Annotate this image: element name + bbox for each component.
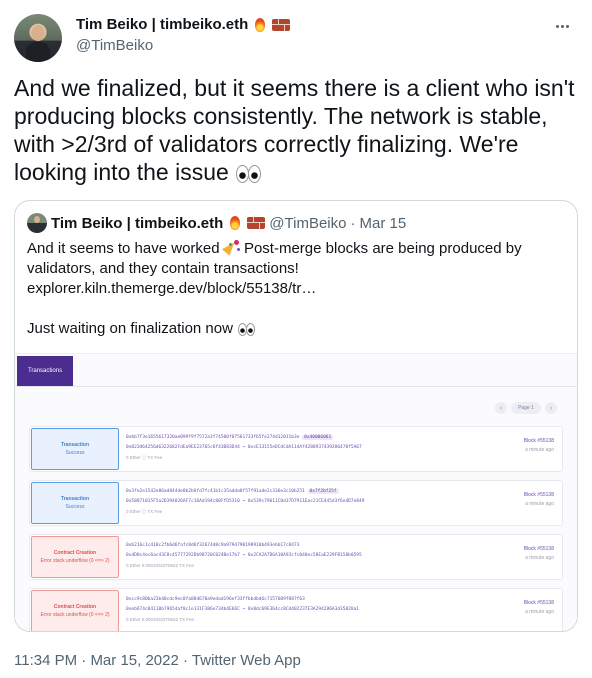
tx-status: Error stack underflow (0 <=> 2) [40, 612, 110, 618]
quoted-author-name: Tim Beiko | timbeiko.eth [51, 214, 224, 232]
tx-block: Block #55138 a minute ago [524, 491, 554, 509]
quoted-line-1: And it seems to have worked [27, 240, 220, 257]
fire-emoji-icon [227, 215, 243, 231]
tweet-text: And we finalized, but it seems there is … [14, 74, 580, 186]
tx-hash: 0x3fe2e1542e86ad844de8b2b6fd7fc41b1c35ad… [126, 489, 305, 494]
more-options-icon[interactable] [550, 14, 574, 38]
tx-kind: Transaction [60, 442, 90, 448]
chevron-left-icon: ‹ [495, 402, 507, 414]
quoted-tweet-header: Tim Beiko | timbeiko.eth @TimBeiko · Mar… [27, 213, 406, 233]
chevron-right-icon: › [545, 402, 557, 414]
tx-from-to: 0x58871015F5a2D394826AF7c16Ad194c80FfD53… [126, 499, 365, 504]
tx-info: 0xbb7f3e1655617320ae099f9f7572a3f74500f6… [126, 433, 506, 463]
tx-from-to: 0xeb674c04110b79654af0c1e131F386e734b4E6… [126, 607, 359, 612]
explorer-tx-row: Contract Creation Error stack underflow (… [29, 588, 563, 631]
tweet-author: Tim Beiko | timbeiko.eth @TimBeiko [76, 16, 291, 54]
author-avatar[interactable] [14, 14, 62, 62]
tx-fee: 0 Ether 0.0001002370622 TX Fee [126, 563, 194, 568]
tx-block: Block #55138 a minute ago [524, 437, 554, 455]
quoted-date: Mar 15 [359, 214, 407, 232]
explorer-tx-row: Transaction Success 0x3fe2e1542e86ad844de8… [29, 480, 563, 526]
tx-info: 0xcc9c80ba23b40cdc9ec8fa884670a9edad196e… [126, 595, 506, 625]
eyes-emoji-icon [235, 164, 262, 183]
quoted-line-1b: Post-merge blocks are being produced by [243, 240, 522, 257]
explorer-tx-row: Transaction Success 0xbb7f3e1655617320ae09… [29, 426, 563, 472]
tx-kind-box: Contract Creation Error stack underflow (… [31, 536, 119, 578]
eyes-emoji-icon [237, 322, 256, 336]
tweet-timestamp[interactable]: 11:34 PM · Mar 15, 2022 · Twitter Web Ap… [14, 652, 301, 669]
tx-kind: Contract Creation [53, 604, 97, 610]
quoted-tweet-text: And it seems to have worked Post-merge b… [27, 239, 567, 339]
explorer-screenshot: Transactions ‹ Page 1 › Transaction Succe… [15, 353, 577, 631]
quoted-tweet[interactable]: Tim Beiko | timbeiko.eth @TimBeiko · Mar… [14, 200, 578, 632]
tx-kind: Transaction [60, 496, 90, 502]
fire-emoji-icon [252, 17, 268, 33]
avatar-body [26, 42, 50, 62]
tx-method-badge: 0x7f2bf25f [307, 489, 339, 494]
avatar-face [31, 25, 45, 41]
tx-fee: 0 Ether ⓘ TX Fee [126, 509, 163, 514]
brick-emoji-icon [247, 217, 266, 229]
tx-block: Block #55138 a minute ago [524, 545, 554, 563]
tx-block: Block #55138 a minute ago [524, 599, 554, 617]
tx-kind-box: Transaction Success [31, 428, 119, 470]
tx-age: a minute ago [525, 609, 554, 615]
tx-method-badge: 0x40006061 [302, 435, 334, 440]
separator-dot: · [183, 652, 188, 669]
tx-fee: 0 Ether 0.0001002370622 TX Fee [126, 617, 194, 622]
tx-kind-box: Contract Creation Error stack underflow (… [31, 590, 119, 631]
author-name[interactable]: Tim Beiko | timbeiko.eth [76, 16, 248, 33]
tx-block-number: Block #55138 [523, 438, 554, 444]
tx-block-number: Block #55138 [523, 546, 554, 552]
tx-hash: 0xbb7f3e1655617320ae099f9f7572a3f74500f6… [126, 435, 300, 440]
tx-fee: 0 Ether ⓘ TX Fee [126, 455, 163, 460]
author-handle[interactable]: @TimBeiko [76, 37, 290, 54]
explorer-tx-row: Contract Creation Error stack underflow (… [29, 534, 563, 580]
quoted-line-2: validators, and they contain transaction… [27, 260, 299, 277]
tx-block-number: Block #55138 [523, 600, 554, 606]
tx-kind-box: Transaction Success [31, 482, 119, 524]
explorer-pager: ‹ Page 1 › [495, 402, 557, 414]
author-name-row[interactable]: Tim Beiko | timbeiko.eth [76, 16, 291, 33]
tx-age: a minute ago [525, 447, 554, 453]
tx-status: Success [65, 450, 85, 456]
quoted-line-4: Just waiting on finalization now [27, 320, 233, 337]
tx-kind: Contract Creation [53, 550, 97, 556]
tx-block-number: Block #55138 [523, 492, 554, 498]
quoted-link: explorer.kiln.themerge.dev/block/55138/t… [27, 280, 317, 297]
tx-hash: 0xb216c1c418c2fb6d6fafc8d6f32674d8c9a979… [126, 543, 300, 548]
party-popper-emoji-icon [224, 239, 240, 255]
tx-info: 0xb216c1c418c2fb6d6fafc8d6f32674d8c9a979… [126, 541, 506, 571]
tx-info: 0x3fe2e1542e86ad844de8b2b6fd7fc41b1c35ad… [126, 487, 506, 517]
explorer-tab-transactions: Transactions [17, 356, 73, 386]
tx-age: a minute ago [525, 555, 554, 561]
tx-from-to: 0x023d64256d6322682FdEa9EE23765c6f43B83D… [126, 445, 362, 450]
tweet-body: And we finalized, but it seems there is … [14, 75, 575, 185]
quoted-author-handle: @TimBeiko [269, 214, 347, 232]
tx-age: a minute ago [525, 501, 554, 507]
tx-status: Success [65, 504, 85, 510]
tweet-time: 11:34 PM [14, 652, 78, 669]
quoted-author-avatar [27, 213, 47, 233]
tx-from-to: 0x4D0c4ec6ac43C8c45777292Db98720C024Be17… [126, 553, 362, 558]
tx-status: Error stack underflow (0 <=> 2) [40, 558, 110, 564]
tx-hash: 0xcc9c80ba23b40cdc9ec8fa884670a9edad196e… [126, 597, 305, 602]
separator-dot: · [350, 214, 356, 232]
tweet-source: Twitter Web App [191, 652, 301, 669]
page-label: Page 1 [511, 402, 541, 414]
separator-dot: · [81, 652, 87, 669]
explorer-tab-divider [15, 386, 577, 387]
tweet-date: Mar 15, 2022 [90, 652, 179, 669]
brick-emoji-icon [272, 18, 291, 31]
